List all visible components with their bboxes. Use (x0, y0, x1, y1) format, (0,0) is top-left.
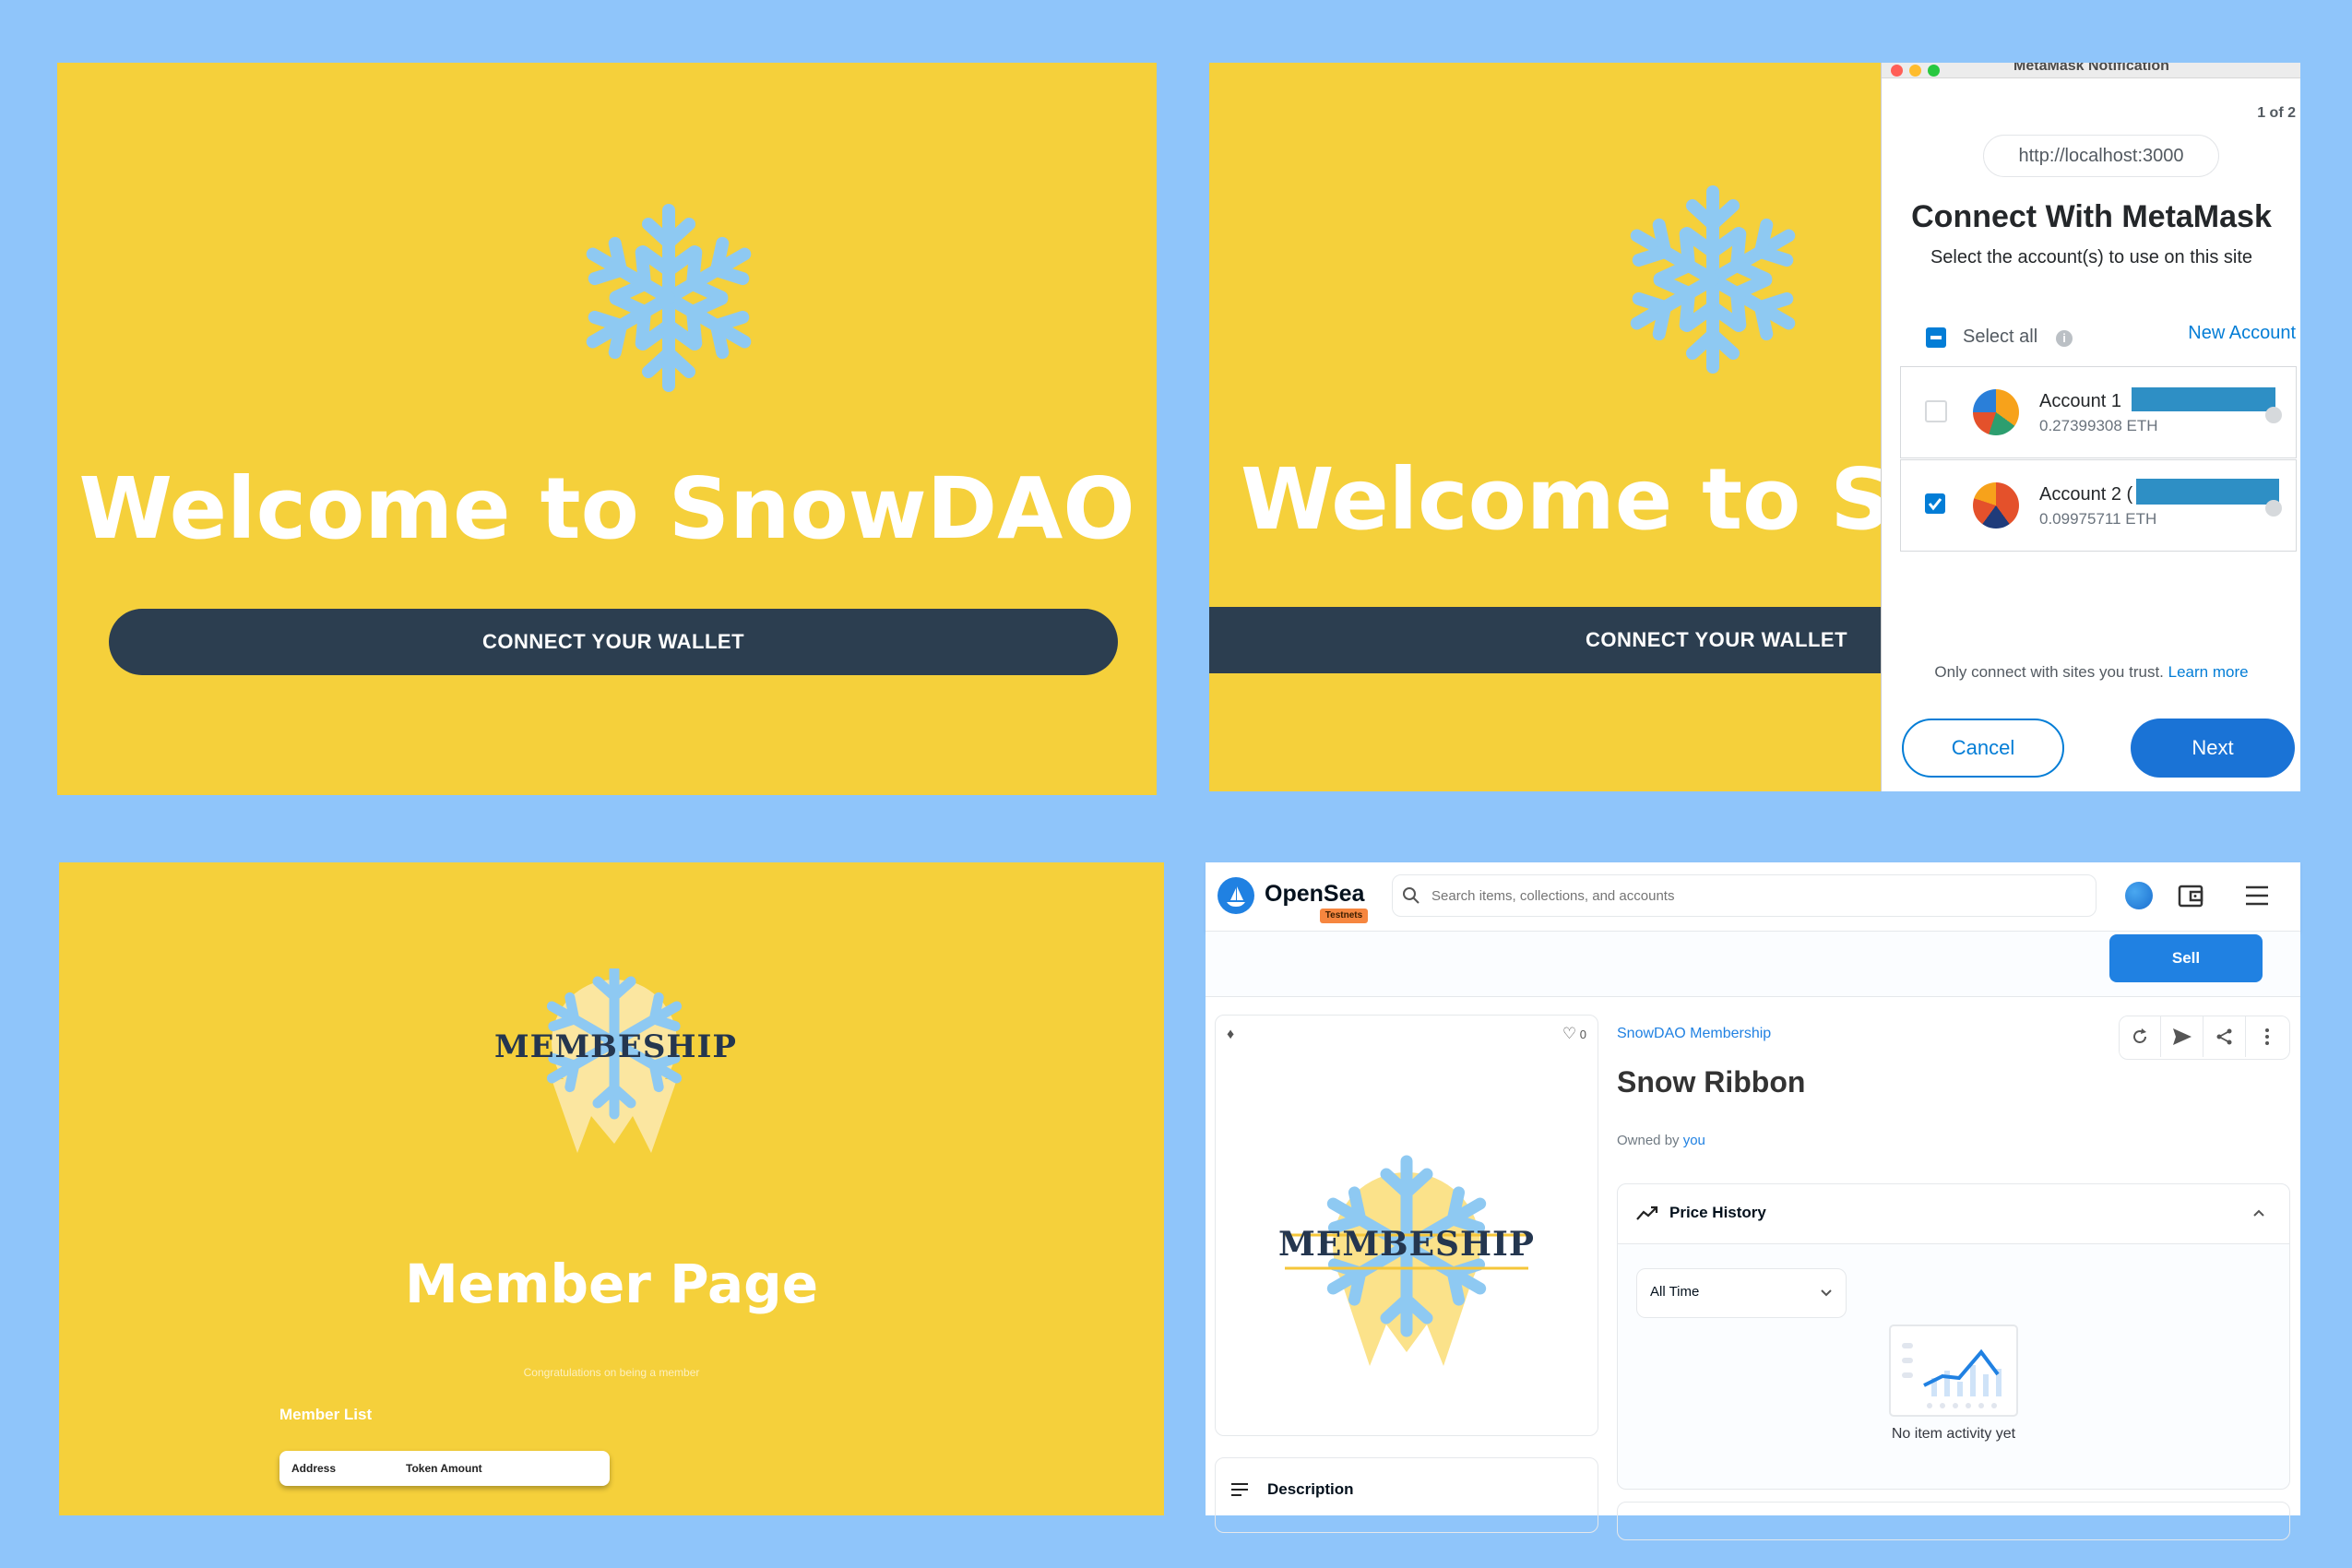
window-titlebar: MetaMask Notification (1882, 63, 2300, 78)
site-origin: http://localhost:3000 (1983, 135, 2219, 177)
ethereum-icon: ♦ (1227, 1027, 1235, 1042)
price-history-panel: Price History All Time No item activity … (1617, 1183, 2290, 1490)
account-2-balance: 0.09975711 ETH (2039, 510, 2157, 528)
welcome-panel: Welcome to SnowDAO CONNECT YOUR WALLET (57, 63, 1157, 795)
redacted-address-bar (2136, 479, 2279, 505)
metamask-popup: MetaMask Notification 1 of 2 http://loca… (1881, 63, 2300, 791)
profile-avatar[interactable] (2125, 882, 2153, 909)
wallet-icon[interactable] (2177, 882, 2204, 909)
next-button[interactable]: Next (2131, 719, 2295, 778)
window-title: MetaMask Notification (2013, 63, 2169, 74)
item-actions (2119, 1016, 2290, 1060)
welcome-title: Welcome to SnowDAO (78, 459, 1135, 558)
opensea-panel: OpenSea Testnets Sell ♦ ♡ 0 (1206, 862, 2300, 1540)
account-info-icon[interactable] (2265, 500, 2282, 517)
chevron-up-icon[interactable] (2252, 1208, 2265, 1218)
learn-more-link[interactable]: Learn more (2168, 663, 2249, 681)
redacted-address-bar (2132, 387, 2275, 411)
new-account-link[interactable]: New Account (2188, 323, 2296, 344)
welcome-panel-with-popup: Welcome to Sn CONNECT YOUR WALLET MetaMa… (1209, 63, 2300, 791)
column-header-token-amount: Token Amount (406, 1462, 482, 1475)
snowflake-icon (586, 204, 752, 392)
cancel-button[interactable]: Cancel (1902, 719, 2064, 778)
member-page-title: Member Page (404, 1253, 819, 1315)
member-page-panel: MEMBESHIP Member Page Congratulations on… (59, 862, 1164, 1515)
favorite-button[interactable]: ♡ 0 (1562, 1025, 1586, 1043)
send-icon (2173, 1028, 2192, 1045)
trust-text: Only connect with sites you trust. (1934, 663, 2164, 681)
account-1-avatar (1973, 389, 2019, 435)
connect-wallet-button[interactable]: CONNECT YOUR WALLET (109, 609, 1118, 675)
account-info-icon[interactable] (2265, 407, 2282, 423)
account-row-1[interactable]: Account 1 0.27399308 ETH (1900, 366, 2297, 458)
trending-icon (1636, 1206, 1658, 1220)
ownership-line: Owned by you (1617, 1133, 1705, 1148)
search-box[interactable] (1392, 874, 2097, 917)
refresh-button[interactable] (2120, 1016, 2161, 1057)
share-button[interactable] (2204, 1016, 2246, 1057)
more-vertical-icon (2265, 1028, 2269, 1045)
welcome-title: Welcome to Sn (1241, 450, 1953, 549)
owner-link[interactable]: you (1683, 1133, 1705, 1148)
top-nav: OpenSea Testnets (1206, 862, 2300, 932)
congrats-text: Congratulations on being a member (523, 1366, 700, 1379)
account-row-2[interactable]: Account 2 ( 0.09975711 ETH (1900, 459, 2297, 552)
owned-by-label: Owned by (1617, 1133, 1680, 1148)
member-list-label: Member List (279, 1406, 373, 1423)
more-options-button[interactable] (2247, 1016, 2287, 1057)
item-image-card: ♦ ♡ 0 MEMBESHIP (1215, 1015, 1598, 1436)
brand-name[interactable]: OpenSea (1265, 881, 1364, 908)
empty-chart-illustration (1889, 1324, 2018, 1417)
price-history-header[interactable]: Price History (1618, 1184, 2289, 1244)
collection-link[interactable]: SnowDAO Membership (1617, 1026, 1771, 1042)
item-name: Snow Ribbon (1617, 1065, 1806, 1099)
account-2-name: Account 2 ( (2039, 484, 2133, 505)
description-card[interactable]: Description (1215, 1457, 1598, 1533)
account-2-avatar (1973, 482, 2019, 529)
account-1-name: Account 1 (2039, 391, 2121, 411)
connect-heading: Connect With MetaMask (1911, 199, 2272, 234)
menu-icon[interactable] (2244, 884, 2270, 908)
refresh-icon (2133, 1028, 2146, 1043)
testnets-badge: Testnets (1320, 909, 1368, 923)
time-filter-value: All Time (1650, 1284, 1700, 1300)
favorite-count: 0 (1579, 1028, 1586, 1041)
owner-action-bar: Sell (1206, 932, 2300, 997)
description-label: Description (1267, 1480, 1354, 1498)
price-history-label: Price History (1669, 1204, 1766, 1221)
column-header-address: Address (291, 1462, 337, 1475)
membership-logo-text: MEMBESHIP (494, 1028, 737, 1065)
nft-logo-text: MEMBESHIP (1278, 1225, 1535, 1264)
no-activity-text: No item activity yet (1891, 1426, 2016, 1442)
time-filter-select[interactable]: All Time (1636, 1268, 1847, 1318)
description-list-icon (1231, 1483, 1248, 1496)
member-list-table: Address Token Amount (279, 1451, 610, 1486)
search-input[interactable] (1430, 883, 2079, 909)
account-1-balance: 0.27399308 ETH (2039, 417, 2158, 434)
connect-subheading: Select the account(s) to use on this sit… (1930, 247, 2253, 267)
share-icon (2216, 1028, 2232, 1045)
snowflake-icon (1630, 185, 1796, 374)
trust-notice: Only connect with sites you trust. Learn… (1882, 663, 2300, 682)
chevron-down-icon (1821, 1289, 1832, 1297)
select-all-label: Select all (1963, 327, 2038, 347)
opensea-logo-icon[interactable] (1218, 877, 1254, 914)
info-icon: i (2056, 330, 2073, 347)
account-2-checkbox[interactable] (1925, 493, 1945, 514)
heart-icon: ♡ (1562, 1025, 1577, 1042)
transfer-button[interactable] (2162, 1016, 2204, 1057)
account-pager: 1 of 2 (2257, 105, 2296, 121)
account-1-checkbox[interactable] (1925, 400, 1947, 422)
search-icon (1403, 887, 1420, 904)
next-section-card (1617, 1502, 2290, 1540)
sell-button[interactable]: Sell (2109, 934, 2263, 982)
select-all-checkbox[interactable] (1926, 327, 1946, 348)
